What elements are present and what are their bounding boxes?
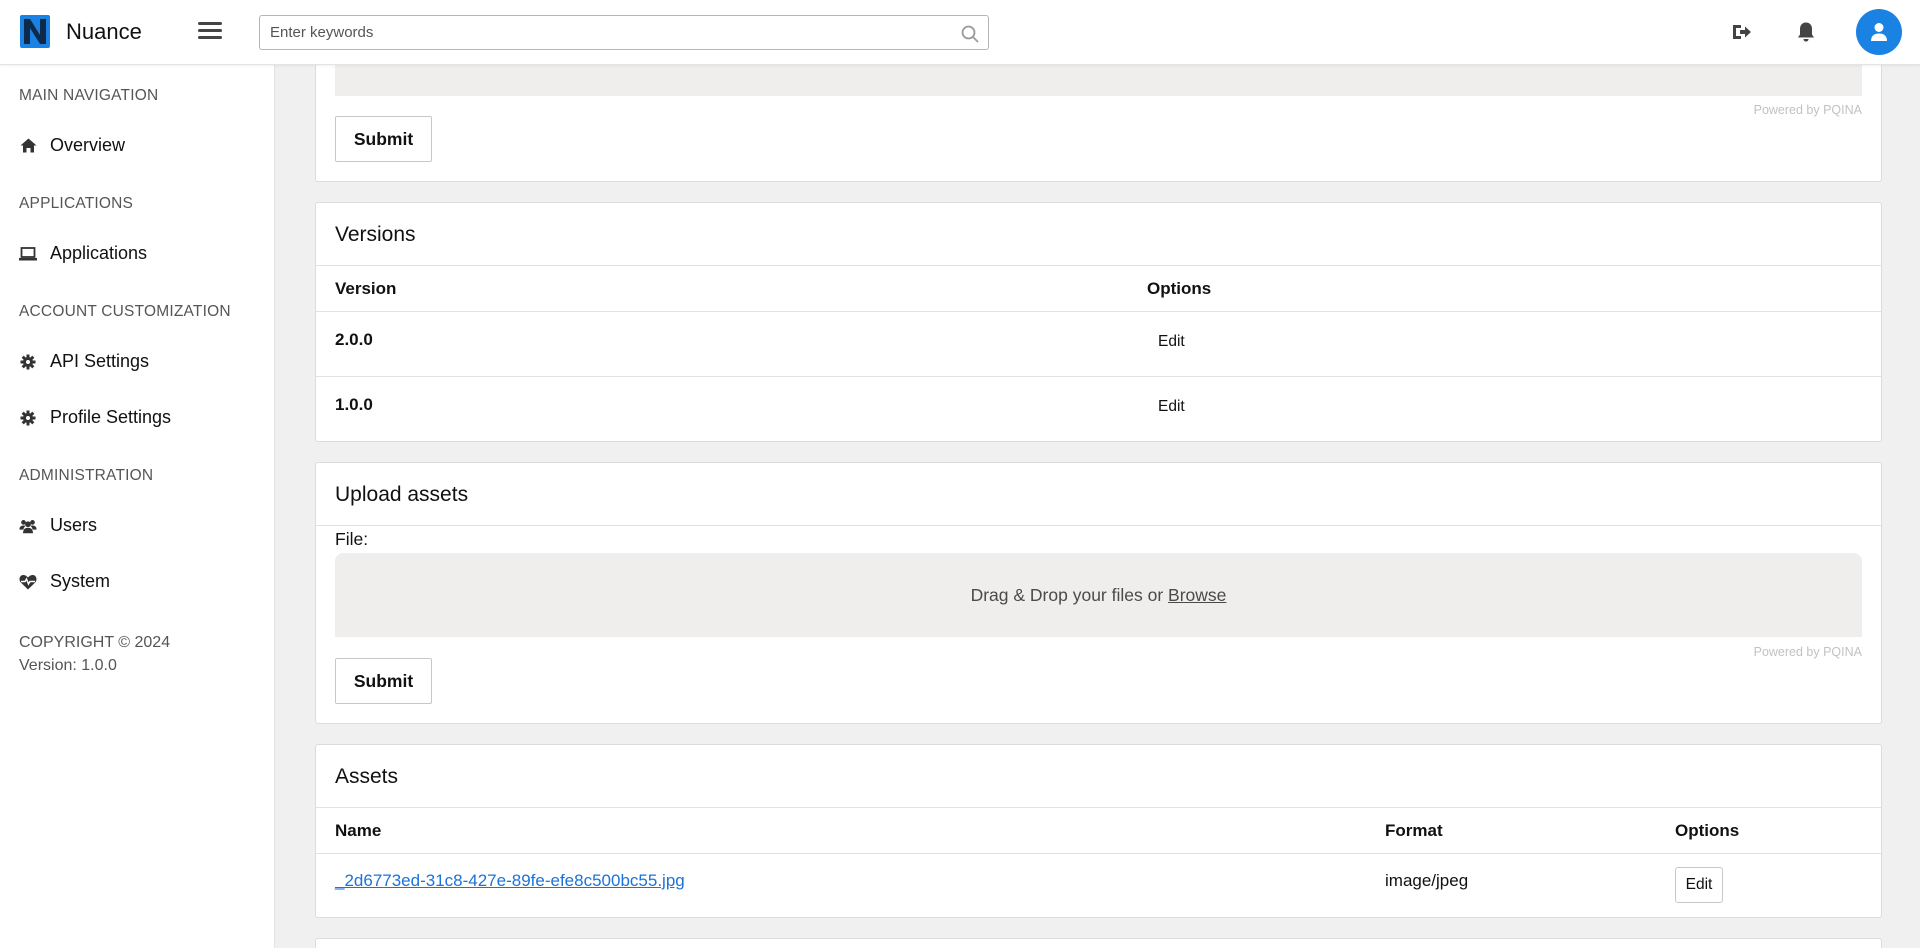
nav-section-applications: APPLICATIONS [19, 195, 134, 212]
divider [316, 525, 1881, 526]
divider [316, 807, 1881, 808]
file-dropzone[interactable]: Drag & Drop your files or Browse [335, 553, 1862, 637]
card-title: Versions [335, 223, 416, 246]
submit-button[interactable]: Submit [335, 116, 432, 162]
edit-button[interactable]: Edit [1158, 333, 1185, 351]
divider [316, 376, 1881, 377]
sidebar-item-api-settings[interactable]: API Settings [19, 351, 149, 372]
submit-button[interactable]: Submit [335, 658, 432, 704]
divider [316, 265, 1881, 266]
brand-name[interactable]: Nuance [66, 19, 142, 45]
sidebar-item-label: Users [50, 515, 98, 535]
versions-card: Versions Version Options 2.0.0 Edit 1.0.… [315, 202, 1882, 442]
sidebar-item-label: Applications [50, 243, 148, 263]
version-text: Version: 1.0.0 [19, 657, 117, 674]
menu-icon[interactable] [198, 22, 222, 42]
version-cell: 2.0.0 [335, 330, 373, 349]
search-box [259, 15, 989, 50]
drop-text: Drag & Drop your files or [970, 585, 1164, 605]
user-icon [1871, 23, 1887, 41]
drop-instructions: Drag & Drop your files or Browse [335, 585, 1862, 606]
gear-icon [19, 409, 37, 427]
nuance-logo-icon[interactable] [20, 15, 50, 48]
asset-format: image/jpeg [1385, 871, 1469, 890]
gear-icon [19, 353, 37, 371]
nav-section-main: MAIN NAVIGATION [19, 87, 159, 104]
avatar[interactable] [1856, 9, 1902, 55]
column-header-name: Name [335, 821, 382, 840]
search-input[interactable] [260, 16, 988, 49]
assets-card: Assets Name Format Options _2d6773ed-31c… [315, 744, 1882, 918]
column-header-format: Format [1385, 821, 1443, 840]
edit-button[interactable]: Edit [1158, 398, 1185, 416]
copyright-text: COPYRIGHT © 2024 [19, 634, 171, 651]
top-header: Nuance [0, 0, 1920, 65]
powered-by-label: Powered by PQINA [1753, 645, 1862, 659]
sidebar-item-applications[interactable]: Applications [19, 243, 147, 264]
asset-name-link[interactable]: _2d6773ed-31c8-427e-89fe-efe8c500bc55.jp… [335, 871, 685, 891]
upload-assets-card: Upload assets File: Drag & Drop your fil… [315, 462, 1882, 724]
home-icon [19, 137, 37, 155]
divider [316, 311, 1881, 312]
laptop-icon [19, 245, 37, 263]
sidebar-item-profile-settings[interactable]: Profile Settings [19, 407, 171, 428]
sidebar: MAIN NAVIGATION Overview APPLICATIONS Ap… [0, 65, 275, 948]
heartbeat-icon [19, 573, 37, 591]
card-title: Upload assets [335, 483, 469, 506]
logout-icon[interactable] [1730, 20, 1754, 44]
sidebar-item-label: System [50, 571, 111, 591]
edit-button[interactable]: Edit [1675, 867, 1723, 903]
search-icon[interactable] [960, 24, 980, 44]
browse-link[interactable]: Browse [1168, 585, 1226, 605]
nav-section-administration: ADMINISTRATION [19, 467, 154, 484]
column-header-options: Options [1675, 821, 1740, 840]
version-cell: 1.0.0 [335, 395, 373, 414]
users-icon [19, 517, 37, 535]
nav-section-account: ACCOUNT CUSTOMIZATION [19, 303, 231, 320]
column-header-options: Options [1147, 279, 1212, 298]
bell-icon[interactable] [1794, 20, 1818, 44]
sidebar-item-users[interactable]: Users [19, 515, 97, 536]
sidebar-item-label: API Settings [50, 351, 150, 371]
file-dropzone[interactable] [335, 65, 1862, 96]
next-card [315, 938, 1882, 948]
sidebar-item-overview[interactable]: Overview [19, 135, 125, 156]
column-header-version: Version [335, 279, 397, 298]
sidebar-item-label: Profile Settings [50, 407, 172, 427]
sidebar-item-system[interactable]: System [19, 571, 110, 592]
card-title: Assets [335, 765, 399, 788]
sidebar-item-label: Overview [50, 135, 126, 155]
file-label: File: [335, 529, 369, 549]
copyright-block: COPYRIGHT © 2024 Version: 1.0.0 [19, 631, 170, 677]
divider [316, 853, 1881, 854]
powered-by-label: Powered by PQINA [1753, 103, 1862, 117]
